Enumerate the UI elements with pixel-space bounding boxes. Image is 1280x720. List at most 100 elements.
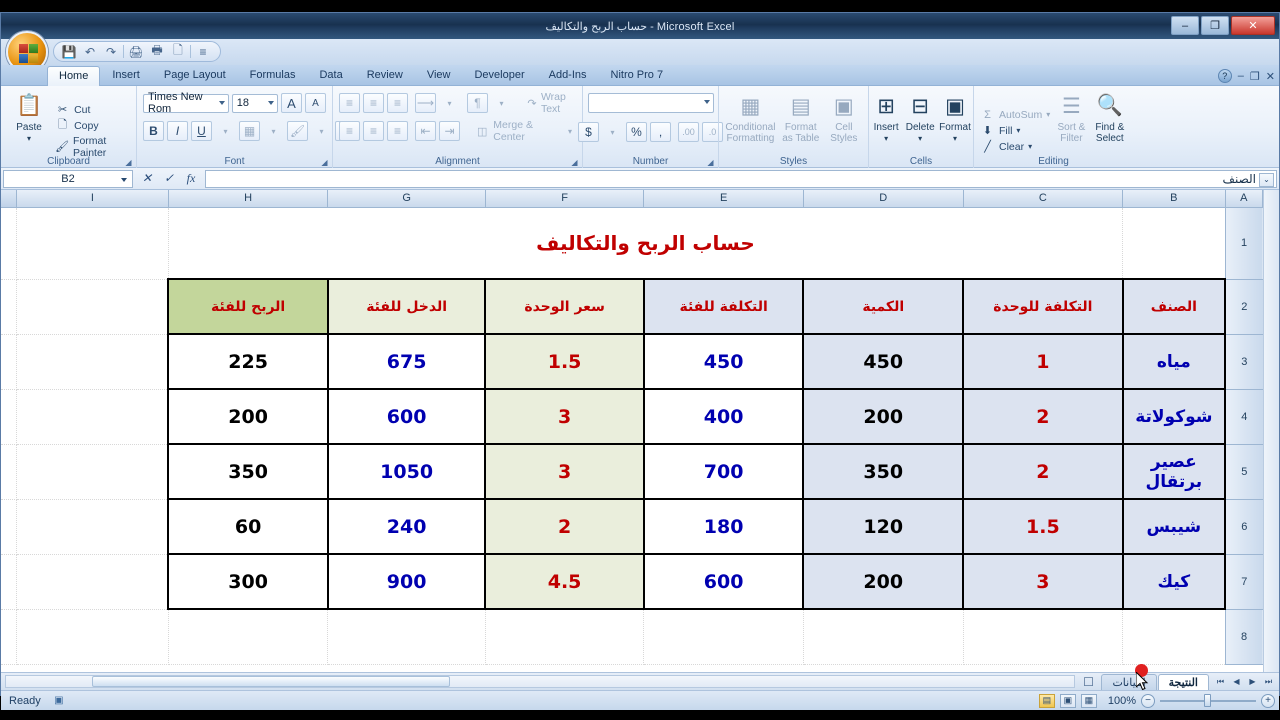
cell-unit-cost-5[interactable]: 3 — [962, 553, 1124, 610]
tab-review[interactable]: Review — [355, 65, 415, 85]
clear-button[interactable]: ╱ Clear ▾ — [980, 139, 1050, 155]
header-unit-price[interactable]: سعر الوحدة — [484, 278, 645, 335]
underline-dropdown-icon[interactable]: ▾ — [215, 121, 236, 141]
paste-dropdown-icon[interactable]: ▾ — [27, 134, 31, 143]
quick-print-icon[interactable]: 🖶 — [148, 43, 166, 60]
save-icon[interactable]: 💾 — [60, 43, 78, 60]
cell-category-cost-2[interactable]: 400 — [642, 388, 805, 445]
cell-E8[interactable] — [643, 609, 804, 665]
align-right-icon[interactable]: ≡ — [387, 121, 408, 141]
header-profit-per-category[interactable]: الربح للفئة — [167, 278, 329, 335]
cell-J3[interactable] — [1, 334, 17, 390]
worksheet-grid[interactable]: I H G F E D C B A حساب الربح والتكاليف 1… — [1, 190, 1263, 672]
cell-B8[interactable] — [1122, 609, 1226, 665]
tab-page-layout[interactable]: Page Layout — [152, 65, 238, 85]
header-unit-cost[interactable]: التكلفة للوحدة — [962, 278, 1124, 335]
cell-income-3[interactable]: 1050 — [326, 443, 487, 500]
number-dialog-launcher[interactable]: ◢ — [706, 158, 715, 167]
cell-unit-price-2[interactable]: 3 — [484, 388, 645, 445]
cell-profit-4[interactable]: 60 — [167, 498, 329, 555]
delete-dropdown-icon[interactable]: ▾ — [918, 134, 922, 143]
font-size-input[interactable]: 18 — [231, 93, 278, 113]
decrease-indent-icon[interactable]: ⇤ — [415, 121, 436, 141]
first-sheet-icon[interactable]: ⏮ — [1213, 675, 1228, 689]
column-header-F[interactable]: F — [485, 190, 645, 208]
merge-dropdown-icon[interactable]: ▾ — [568, 127, 572, 136]
align-middle-icon[interactable]: ≡ — [363, 93, 384, 113]
row-header-6[interactable]: 6 — [1224, 499, 1263, 555]
page-layout-view-icon[interactable]: ▣ — [1059, 693, 1076, 708]
cell-J7[interactable] — [1, 554, 17, 610]
align-center-icon[interactable]: ≡ — [363, 121, 384, 141]
cell-item-5[interactable]: كيك — [1121, 553, 1227, 610]
zoom-in-button[interactable]: + — [1261, 693, 1275, 708]
cell-item-4[interactable]: شيبس — [1121, 498, 1227, 555]
row-header-5[interactable]: 5 — [1224, 444, 1263, 500]
row-header-4[interactable]: 4 — [1224, 389, 1263, 445]
cell-quantity-4[interactable]: 120 — [802, 498, 965, 555]
font-name-input[interactable]: Times New Rom — [143, 91, 229, 115]
autosum-dropdown-icon[interactable]: ▾ — [1046, 110, 1050, 119]
cell-I2[interactable] — [16, 279, 169, 335]
fill-dropdown-icon[interactable]: ▾ — [1016, 126, 1020, 135]
cell-income-2[interactable]: 600 — [326, 388, 487, 445]
align-top-icon[interactable]: ≡ — [339, 93, 360, 113]
text-direction-dropdown-icon[interactable]: ▾ — [491, 93, 512, 113]
cell-quantity-2[interactable]: 200 — [802, 388, 965, 445]
bold-button[interactable]: B — [143, 121, 164, 141]
cell-I5[interactable] — [16, 444, 169, 500]
cell-category-cost-5[interactable]: 600 — [642, 553, 805, 610]
column-header-B[interactable]: B — [1122, 190, 1226, 208]
cell-profit-3[interactable]: 350 — [167, 443, 329, 500]
cell-category-cost-4[interactable]: 180 — [642, 498, 805, 555]
cell-C8[interactable] — [963, 609, 1124, 665]
header-income-per-category[interactable]: الدخل للفئة — [326, 278, 487, 335]
align-bottom-icon[interactable]: ≡ — [387, 93, 408, 113]
page-break-view-icon[interactable]: ▦ — [1080, 693, 1097, 708]
fill-color-icon[interactable]: 🖌 — [287, 121, 308, 141]
sheet-tab-alnatija[interactable]: النتيجة — [1157, 673, 1209, 691]
cell-unit-price-4[interactable]: 2 — [484, 498, 645, 555]
cell-unit-cost-3[interactable]: 2 — [962, 443, 1124, 500]
formula-input[interactable]: الصنف ⌄ — [205, 169, 1277, 188]
customize-icon[interactable]: ≡ — [194, 43, 212, 60]
cell-I3[interactable] — [16, 334, 169, 390]
cell-unit-cost-4[interactable]: 1.5 — [962, 498, 1124, 555]
expand-formula-bar-icon[interactable]: ⌄ — [1259, 172, 1274, 187]
grow-font-button[interactable]: A — [281, 93, 302, 113]
cell-unit-price-5[interactable]: 4.5 — [484, 553, 645, 610]
normal-view-icon[interactable]: ▤ — [1038, 693, 1055, 708]
last-sheet-icon[interactable]: ⏭ — [1261, 675, 1276, 689]
currency-dropdown-icon[interactable]: ▾ — [602, 122, 623, 142]
cell-income-4[interactable]: 240 — [326, 498, 487, 555]
horizontal-scrollbar[interactable] — [5, 675, 1076, 688]
cell-item-1[interactable]: مياه — [1121, 333, 1227, 390]
cell-D8[interactable] — [803, 609, 964, 665]
italic-button[interactable]: I — [167, 121, 188, 141]
sheet-tab-albayanat[interactable]: البيانات — [1101, 673, 1157, 691]
cell-I4[interactable] — [16, 389, 169, 445]
font-dialog-launcher[interactable]: ◢ — [320, 158, 329, 167]
maximize-button[interactable]: ❐ — [1201, 16, 1229, 35]
orientation-dropdown-icon[interactable]: ▾ — [439, 93, 460, 113]
cell-item-2[interactable]: شوكولاتة — [1121, 388, 1227, 445]
vertical-scrollbar[interactable] — [1263, 190, 1279, 672]
cell-quantity-3[interactable]: 350 — [802, 443, 965, 500]
orientation-icon[interactable]: ⟶ — [415, 93, 436, 113]
row-header-7[interactable]: 7 — [1224, 554, 1263, 610]
header-cost-per-category[interactable]: التكلفة للفئة — [642, 278, 805, 335]
help-icon[interactable]: ? — [1217, 69, 1232, 83]
cell-unit-price-3[interactable]: 3 — [484, 443, 645, 500]
tab-nitro-pro[interactable]: Nitro Pro 7 — [599, 65, 676, 85]
header-quantity[interactable]: الكمية — [802, 278, 965, 335]
record-macro-icon[interactable]: ▣ — [51, 694, 67, 708]
chevron-down-icon[interactable] — [218, 100, 225, 105]
cell-I1[interactable] — [16, 207, 169, 280]
prev-sheet-icon[interactable]: ◀ — [1229, 675, 1244, 689]
fill-button[interactable]: ⬇ Fill ▾ — [980, 123, 1050, 139]
column-header-G[interactable]: G — [327, 190, 486, 208]
cell-J4[interactable] — [1, 389, 17, 445]
cell-profit-2[interactable]: 200 — [167, 388, 329, 445]
name-box[interactable]: B2 — [3, 169, 133, 188]
insert-sheet-icon[interactable]: ☐ — [1079, 674, 1097, 691]
